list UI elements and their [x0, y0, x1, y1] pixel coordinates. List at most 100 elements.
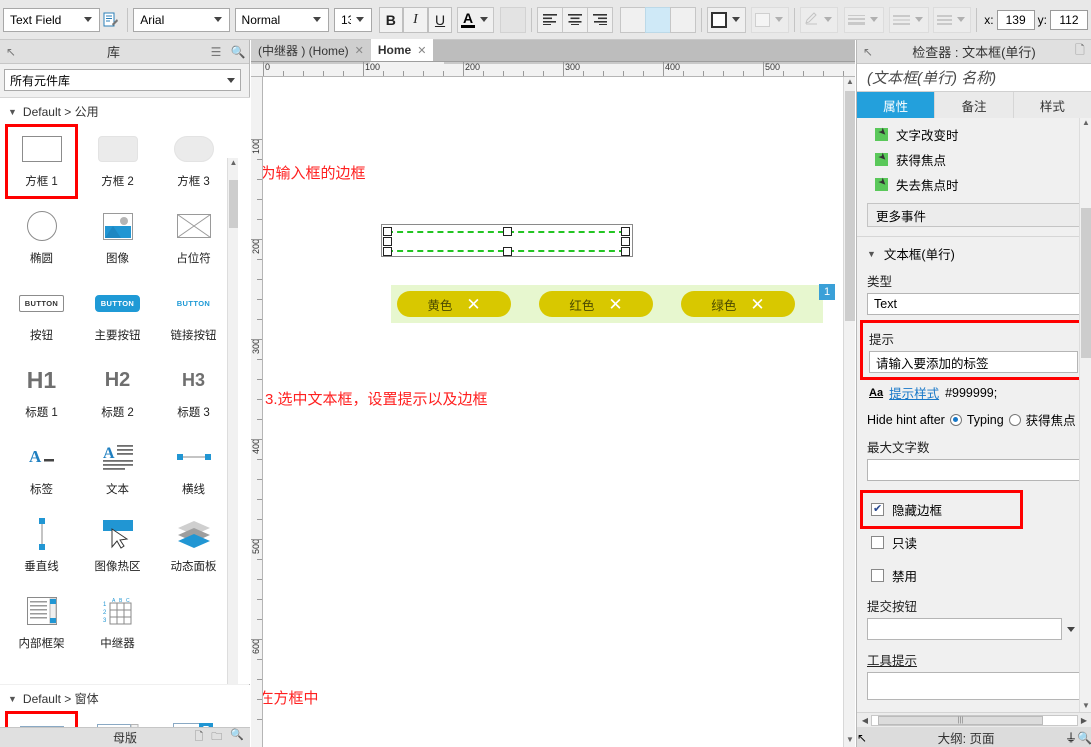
radio-typing[interactable] — [949, 413, 962, 426]
line-style-picker[interactable] — [888, 6, 929, 33]
library-selector[interactable]: 所有元件库 — [4, 69, 241, 91]
tab-notes[interactable]: 备注 — [935, 92, 1014, 118]
hint-style-link[interactable]: 提示样式 — [889, 383, 939, 402]
tag-green[interactable]: 绿色 ✕ — [681, 291, 795, 317]
page-icon[interactable]: 🗋 — [1069, 41, 1091, 62]
widget-dynamic-panel[interactable]: 动态面板 — [159, 511, 228, 582]
scrollbar-track[interactable]: ||| — [871, 714, 1078, 726]
font-size-select[interactable]: 13 — [333, 7, 372, 32]
widget-rectangle-3[interactable]: 方框 3 — [159, 126, 228, 197]
type-select[interactable]: Text — [867, 293, 1080, 315]
widget-heading-1[interactable]: H1 标题 1 — [7, 357, 76, 428]
scrollbar-thumb[interactable] — [845, 91, 855, 321]
resize-handle-e[interactable] — [621, 237, 630, 246]
canvas-vertical-scrollbar[interactable]: ▲ ▼ — [843, 77, 855, 747]
fill-color-picker[interactable] — [706, 6, 746, 33]
widget-rectangle-2[interactable]: 方框 2 — [83, 126, 152, 197]
widget-name-input[interactable]: (文本框(单行) 名称) — [857, 64, 1091, 92]
widget-link-button[interactable]: BUTTON 链接按钮 — [159, 280, 228, 351]
submit-button-select[interactable] — [867, 618, 1062, 640]
x-input[interactable] — [996, 9, 1035, 30]
widget-ellipse[interactable]: 椭圆 — [7, 203, 76, 274]
scroll-down-icon[interactable]: ▼ — [845, 735, 855, 747]
scroll-left-icon[interactable]: ◀ — [859, 716, 871, 725]
inspector-scrollbar[interactable]: ▲ ▼ — [1079, 118, 1091, 713]
checkbox-readonly[interactable] — [871, 536, 884, 549]
annotation-badge[interactable]: 1 — [819, 284, 835, 300]
close-icon[interactable]: ✕ — [608, 296, 622, 313]
scroll-up-icon[interactable]: ▲ — [1081, 118, 1091, 130]
maxlength-input[interactable] — [867, 459, 1080, 481]
widget-primary-button[interactable]: BUTTON 主要按钮 — [83, 280, 152, 351]
widget-type-select[interactable]: Text Field — [3, 7, 100, 32]
add-master-icon[interactable]: 🗋 — [194, 728, 203, 747]
tag-yellow[interactable]: 黄色 ✕ — [397, 291, 511, 317]
resize-handle-w[interactable] — [383, 237, 392, 246]
widget-heading-2[interactable]: H2 标题 2 — [83, 357, 152, 428]
search-icon[interactable]: 🔍 — [227, 45, 249, 59]
resize-handle-n[interactable] — [503, 227, 512, 236]
page-tab-repeater[interactable]: (中继器 ) (Home) ✕ — [251, 40, 371, 61]
widget-rectangle-1[interactable]: 方框 1 — [5, 124, 78, 199]
hamburger-icon[interactable]: ☰ — [205, 45, 227, 59]
search-icon[interactable]: 🔍 — [1077, 731, 1091, 745]
widget-heading-3[interactable]: H3 标题 3 — [159, 357, 228, 428]
textfield-section-header[interactable]: ▼ 文本框(单行) — [857, 237, 1091, 267]
widget-paragraph[interactable]: A 文本 — [83, 434, 152, 505]
radio-focus[interactable] — [1008, 413, 1021, 426]
widget-inline-frame[interactable]: 内部框架 — [7, 588, 76, 659]
widget-button[interactable]: BUTTON 按钮 — [7, 280, 76, 351]
design-canvas[interactable]: 1.创建一个方框做为输入框的边框 黄色 ✕ 红色 ✕ — [263, 77, 843, 747]
line-color-picker[interactable] — [800, 6, 839, 33]
line-width-picker[interactable] — [843, 6, 884, 33]
close-icon[interactable]: ✕ — [355, 44, 364, 57]
font-family-select[interactable]: Arial — [133, 7, 230, 32]
y-input[interactable] — [1049, 9, 1088, 30]
add-folder-icon[interactable]: 🗀 — [211, 728, 222, 747]
tab-style[interactable]: 样式 — [1013, 92, 1091, 118]
scroll-right-icon[interactable]: ▶ — [1078, 716, 1090, 725]
widget-label-el[interactable]: A 标签 — [7, 434, 76, 505]
filter-icon[interactable]: ⏚ — [1065, 729, 1077, 746]
list-bullet-button[interactable] — [499, 6, 527, 33]
resize-handle-s[interactable] — [503, 247, 512, 256]
widget-horizontal-line[interactable]: 横线 — [159, 434, 228, 505]
widget-vertical-line[interactable]: 垂直线 — [7, 511, 76, 582]
scroll-up-icon[interactable]: ▲ — [229, 158, 238, 169]
library-scrollbar[interactable]: ▲ ▼ — [227, 158, 238, 684]
scrollbar-thumb[interactable] — [1081, 208, 1091, 358]
library-group-common[interactable]: ▼ Default > 公用 — [0, 98, 250, 124]
inspector-horizontal-scrollbar[interactable]: ◀ ||| ▶ — [857, 712, 1091, 727]
style-manager-icon[interactable] — [100, 7, 123, 33]
page-tab-home[interactable]: Home ✕ — [370, 39, 434, 61]
event-focus-gained[interactable]: 获得焦点 — [857, 147, 1091, 172]
scrollbar-thumb[interactable] — [229, 180, 238, 228]
align-left-button[interactable] — [537, 6, 564, 33]
align-center-button[interactable] — [562, 6, 589, 33]
panel-collapse-icon[interactable]: ↖ — [857, 731, 867, 745]
tooltip-input[interactable] — [867, 672, 1080, 700]
widget-hotspot[interactable]: 图像热区 — [83, 511, 152, 582]
chevron-down-icon[interactable] — [1067, 626, 1075, 632]
resize-handle-nw[interactable] — [383, 227, 392, 236]
scrollbar-thumb[interactable]: ||| — [878, 715, 1043, 725]
font-weight-select[interactable]: Normal — [234, 7, 330, 32]
resize-handle-ne[interactable] — [621, 227, 630, 236]
checkbox-hide-border[interactable] — [871, 502, 884, 516]
checkbox-readonly-row[interactable]: 只读 — [857, 526, 1091, 559]
event-focus-lost[interactable]: 失去焦点时 — [857, 172, 1091, 197]
checkbox-hide-border-row[interactable]: 隐藏边框 — [863, 493, 1020, 526]
close-icon[interactable]: ✕ — [466, 296, 480, 313]
hint-input[interactable]: 请输入要添加的标签 — [869, 351, 1078, 373]
panel-collapse-icon[interactable]: ↖ — [857, 45, 879, 59]
arrow-style-picker[interactable] — [933, 6, 972, 33]
align-right-button[interactable] — [587, 6, 614, 33]
font-color-picker[interactable]: A — [457, 6, 495, 33]
widget-image[interactable]: 图像 — [83, 203, 152, 274]
close-icon[interactable]: ✕ — [417, 44, 426, 57]
valign-middle-button[interactable] — [644, 6, 671, 33]
valign-bottom-button[interactable] — [669, 6, 696, 33]
search-icon[interactable]: 🔍 — [230, 728, 244, 747]
checkbox-disabled-row[interactable]: 禁用 — [857, 559, 1091, 592]
valign-top-button[interactable] — [619, 6, 646, 33]
